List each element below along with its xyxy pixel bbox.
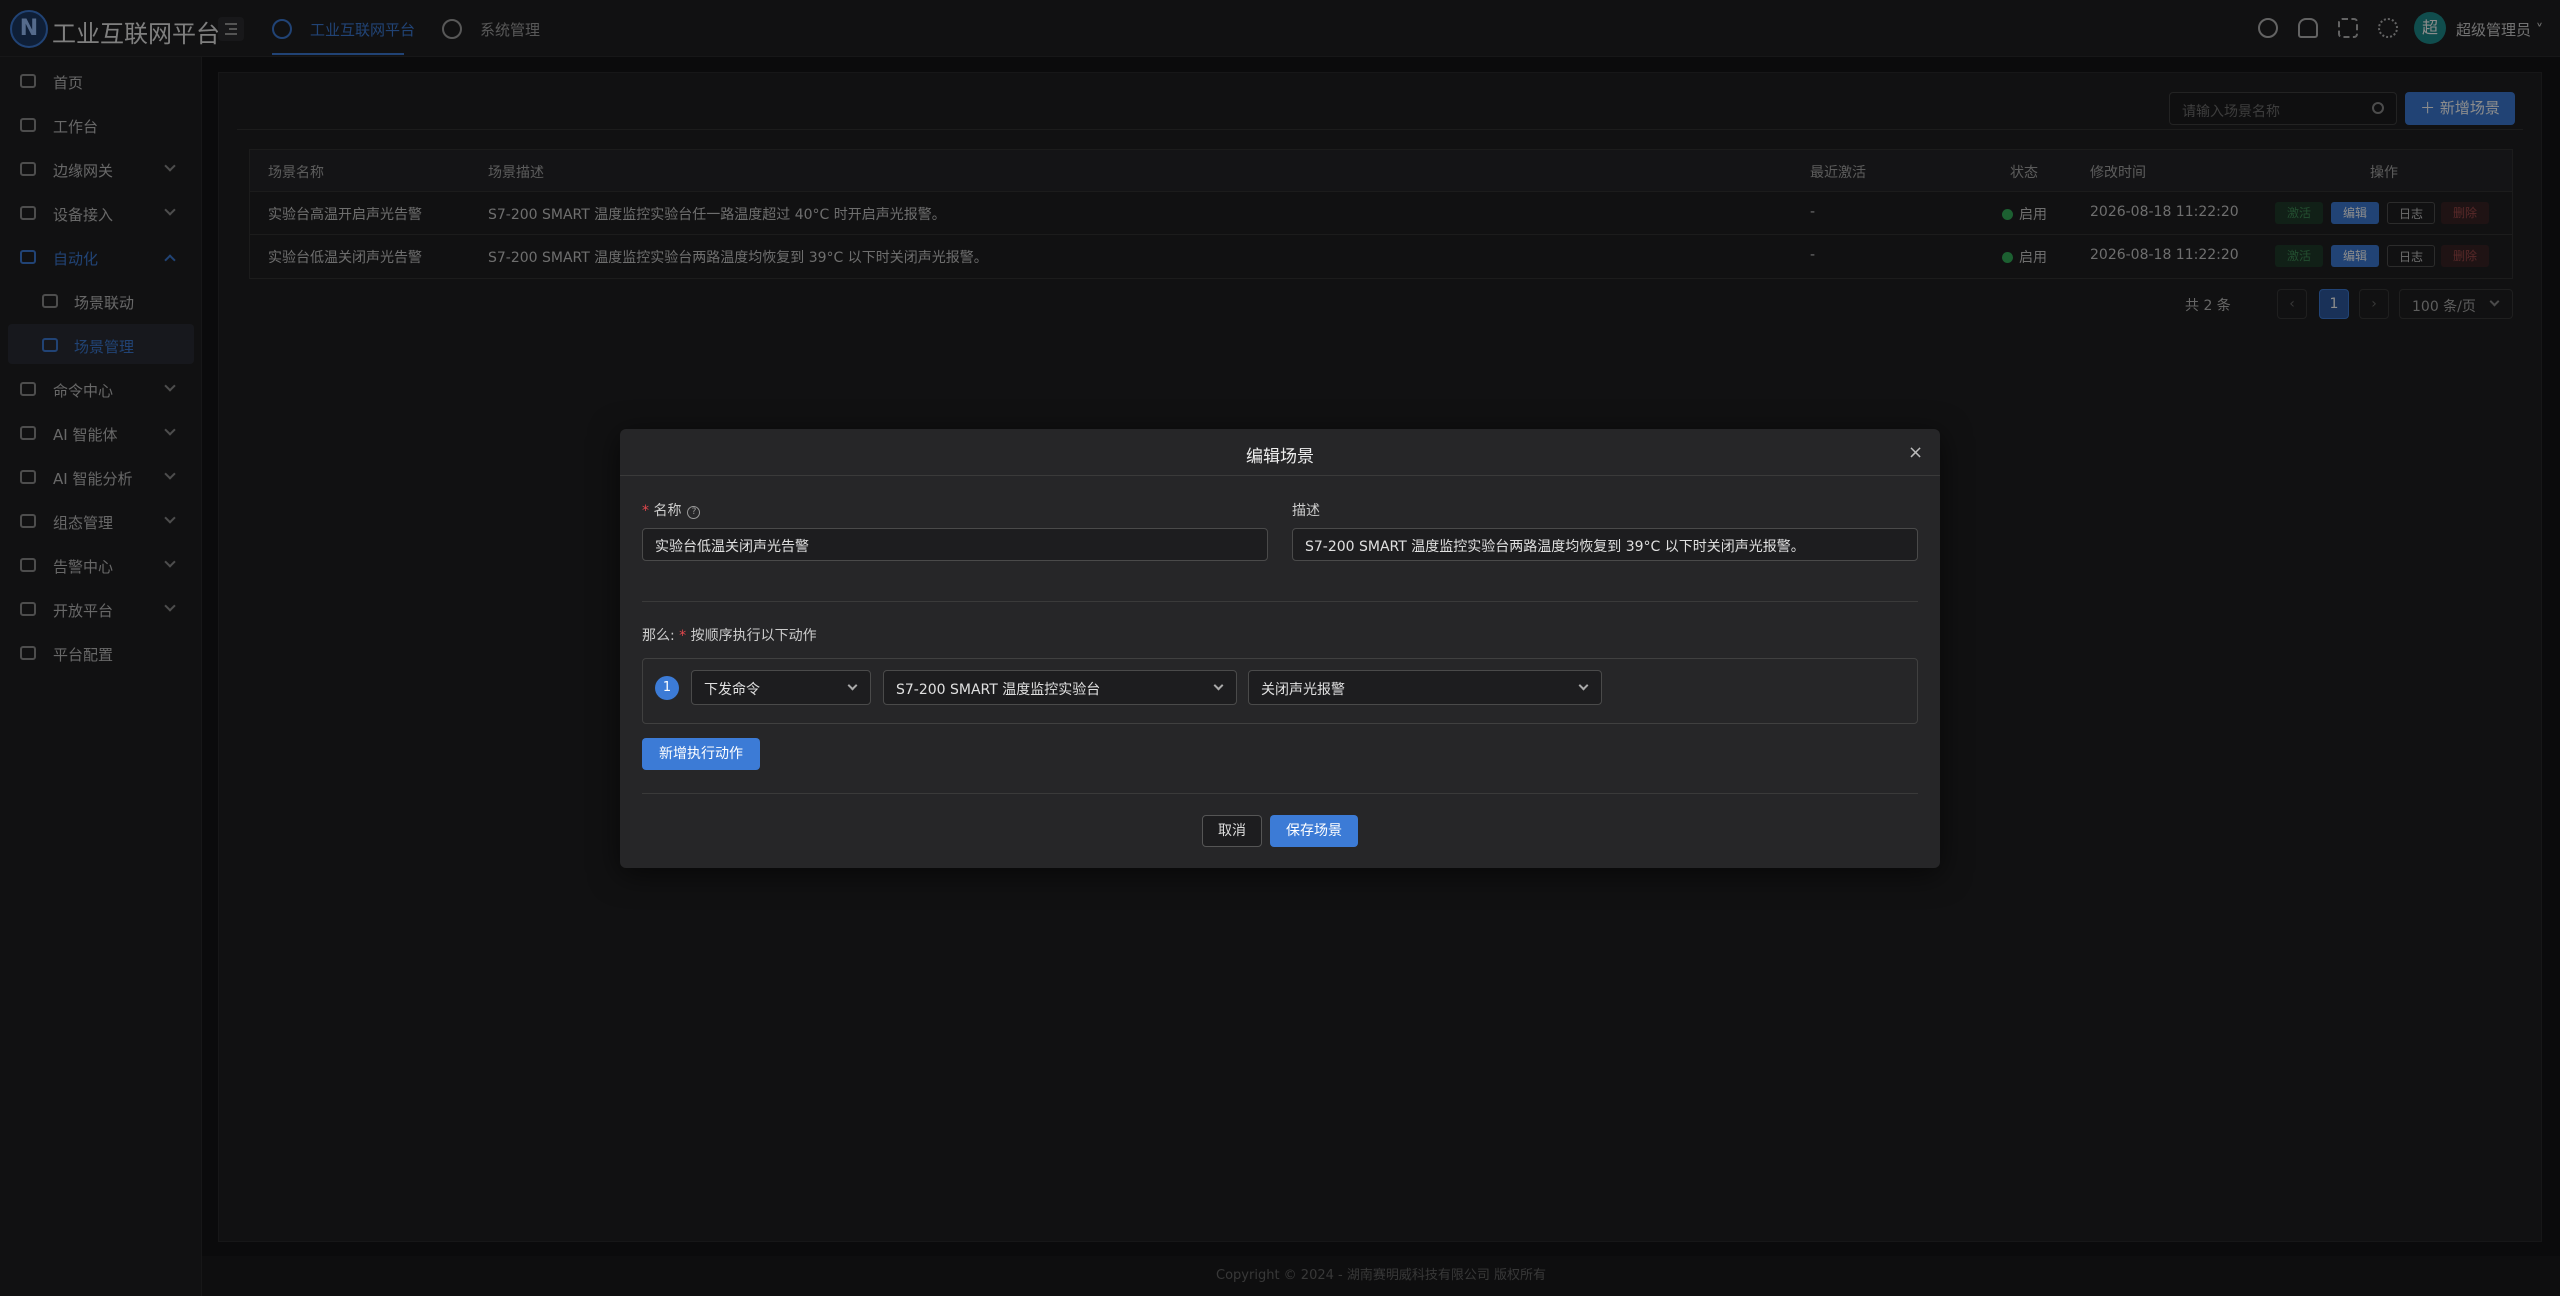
edit-scene-dialog: 编辑场景 × * 名称? 实验台低温关闭声光告警 描述 S7-200 SMART… [620,429,1940,868]
action-row: 1 下发命令 S7-200 SMART 温度监控实验台 关闭声光报警 [642,658,1918,724]
then-label: 那么: * 按顺序执行以下动作 [642,628,817,644]
action-index-badge: 1 [655,676,679,700]
help-icon[interactable]: ? [687,506,701,519]
chevron-down-icon [847,680,858,691]
action-device-select[interactable]: S7-200 SMART 温度监控实验台 [883,670,1237,705]
name-field[interactable]: 实验台低温关闭声光告警 [642,528,1268,561]
action-type-select[interactable]: 下发命令 [691,670,871,705]
action-command-select[interactable]: 关闭声光报警 [1248,670,1602,705]
save-scene-button[interactable]: 保存场景 [1270,815,1358,847]
app-root: N 工业互联网平台 工业互联网平台 系统管理 超 超级管理员 ˅ 首页 工作台 … [0,0,2560,1296]
chevron-down-icon [1213,680,1224,691]
close-icon[interactable]: × [1908,442,1923,463]
description-field[interactable]: S7-200 SMART 温度监控实验台两路温度均恢复到 39°C 以下时关闭声… [1292,528,1918,561]
dialog-title: 编辑场景 [1246,447,1314,467]
cancel-button[interactable]: 取消 [1202,815,1262,847]
add-action-button[interactable]: 新增执行动作 [642,738,760,770]
chevron-down-icon [1578,680,1589,691]
name-label: * 名称? [642,500,701,520]
description-label: 描述 [1292,503,1320,519]
